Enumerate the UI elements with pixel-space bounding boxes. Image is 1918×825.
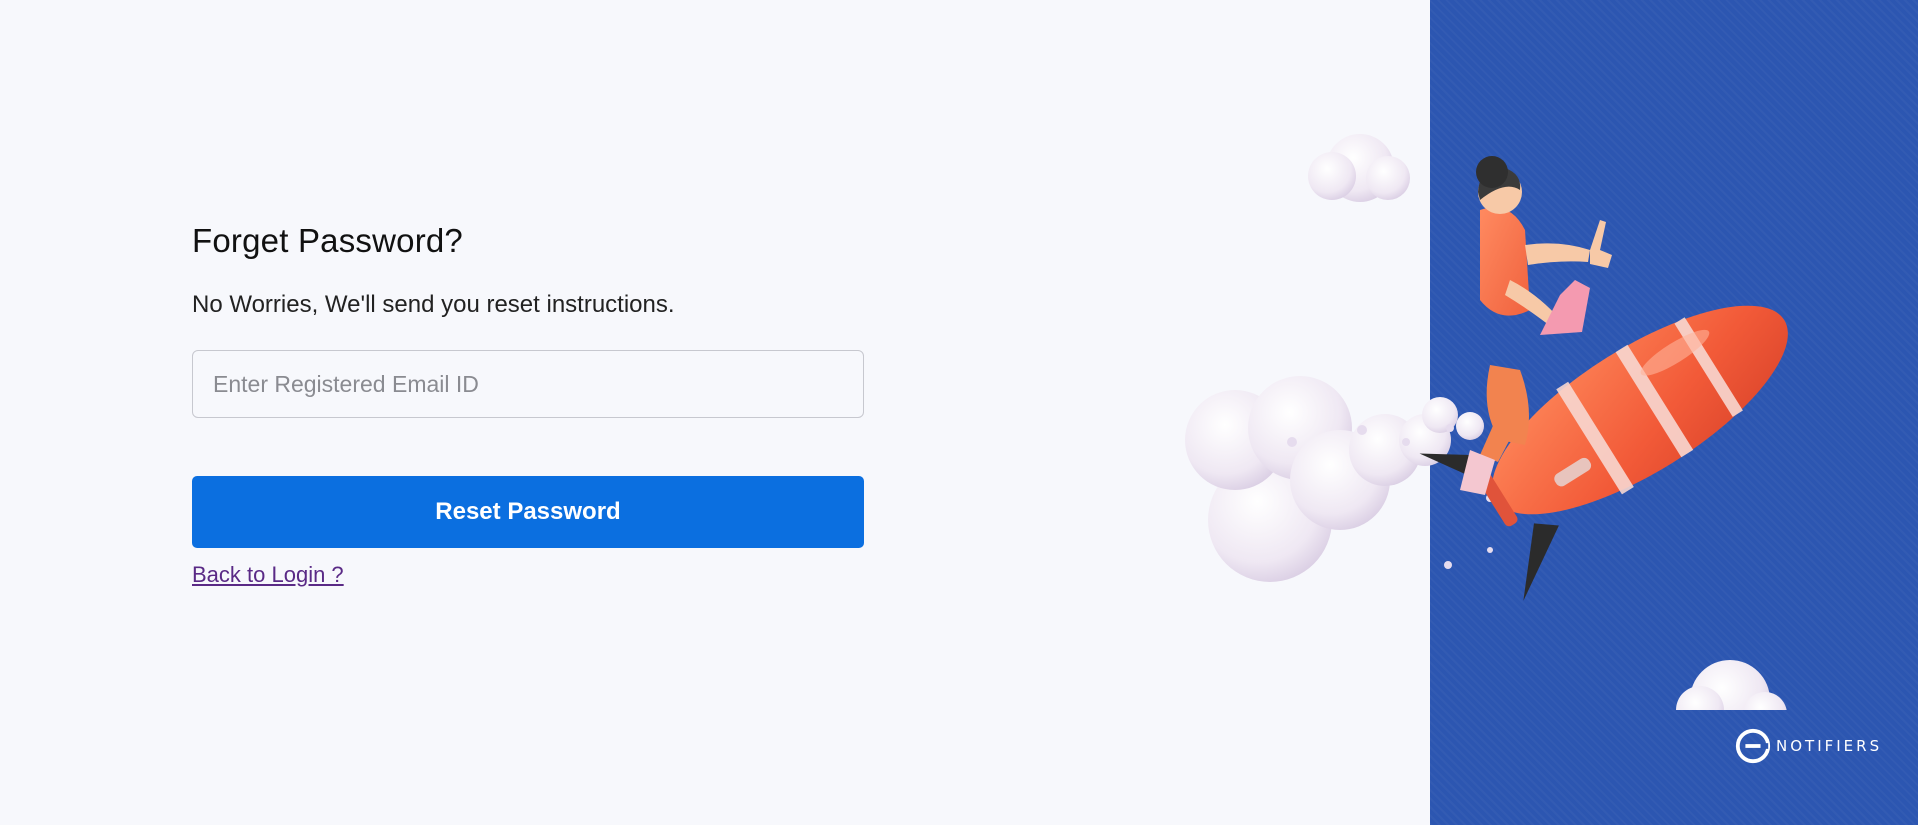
back-to-login-link[interactable]: Back to Login ?: [192, 562, 344, 588]
cloud-top: [1308, 134, 1410, 202]
email-input[interactable]: [192, 350, 864, 418]
forgot-password-page: Forget Password? No Worries, We'll send …: [0, 0, 1918, 825]
brand-logo: NOTIFIERS: [1734, 727, 1882, 765]
e-logo-icon: [1735, 728, 1771, 764]
rocket-rider-illustration: [1185, 134, 1788, 710]
page-subtitle: No Worries, We'll send you reset instruc…: [192, 291, 675, 318]
forgot-password-form: Forget Password? No Worries, We'll send …: [192, 222, 864, 588]
reset-password-button[interactable]: Reset Password: [192, 476, 864, 548]
cloud-bottom: [1676, 660, 1787, 710]
page-title: Forget Password?: [192, 222, 463, 259]
logo-text: NOTIFIERS: [1776, 737, 1883, 755]
exhaust-cloud: [1185, 376, 1494, 582]
